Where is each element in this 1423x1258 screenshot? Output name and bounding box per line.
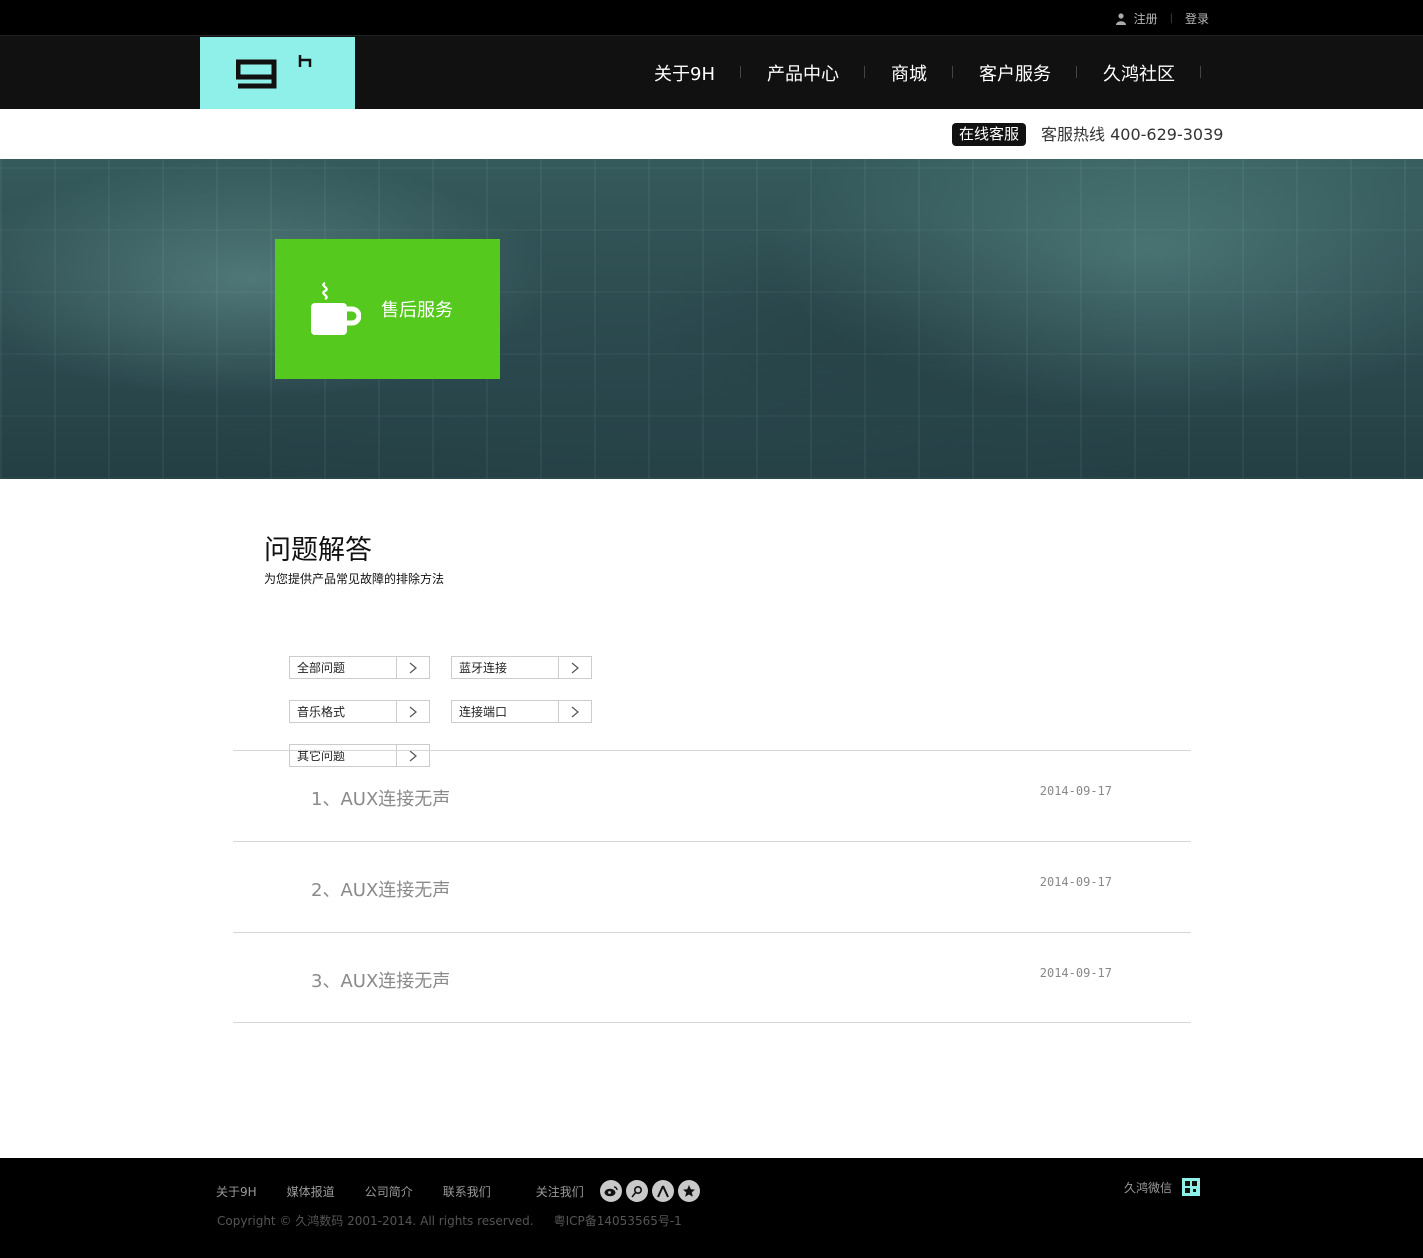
page-footer: 关于9H 媒体报道 公司简介 联系我们 关注我们 Copyright © 久鸿数… <box>0 1158 1423 1258</box>
chevron-right-icon <box>558 657 591 678</box>
list-item: 2、AUX连接无声 2014-09-17 <box>233 841 1191 932</box>
filter-label: 全部问题 <box>297 661 346 675</box>
filter-label: 音乐格式 <box>297 705 346 719</box>
top-bar: 注册 | 登录 <box>0 0 1423 36</box>
filter-all[interactable]: 全部问题 <box>289 656 430 679</box>
faq-list: 1、AUX连接无声 2014-09-17 2、AUX连接无声 2014-09-1… <box>233 750 1191 1023</box>
hero-banner: 售后服务 <box>0 159 1423 479</box>
login-link[interactable]: 登录 <box>1185 10 1209 27</box>
faq-question-link[interactable]: 2、AUX连接无声 <box>311 876 450 902</box>
renren-icon[interactable] <box>651 1180 674 1202</box>
star-icon[interactable] <box>677 1180 700 1202</box>
copyright-text: Copyright © 久鸿数码 2001-2014. All rights r… <box>217 1214 534 1228</box>
main-header: 关于9H 产品中心 商城 客户服务 久鸿社区 <box>0 36 1423 109</box>
wechat-link[interactable]: 久鸿微信 <box>1124 1178 1200 1196</box>
9h-logo-icon <box>235 55 311 89</box>
faq-question-link[interactable]: 3、AUX连接无声 <box>311 967 450 993</box>
follow-us-label: 关注我们 <box>535 1184 584 1199</box>
weibo-icon[interactable] <box>599 1180 622 1202</box>
icp-number: 粤ICP备14053565号-1 <box>553 1214 682 1228</box>
filter-label: 蓝牙连接 <box>459 661 508 675</box>
filter-label: 连接端口 <box>459 705 508 719</box>
tencent-weibo-icon[interactable] <box>625 1180 648 1202</box>
chevron-right-icon <box>558 701 591 722</box>
footer-nav: 关于9H 媒体报道 公司简介 联系我们 关注我们 <box>216 1180 704 1202</box>
account-links: 注册 | 登录 <box>1115 10 1209 27</box>
faq-question-link[interactable]: 1、AUX连接无声 <box>311 785 450 811</box>
page-title: 问题解答 <box>264 535 372 566</box>
hotline-bar: 在线客服 客服热线 400-629-3039 <box>0 109 1423 159</box>
faq-date: 2014-09-17 <box>1039 784 1112 798</box>
page-subtitle: 为您提供产品常见故障的排除方法 <box>264 572 445 586</box>
separator: | <box>1169 13 1173 24</box>
nav-item-store[interactable]: 商城 <box>865 60 953 86</box>
filter-music-format[interactable]: 音乐格式 <box>289 700 430 723</box>
footer-link-company[interactable]: 公司简介 <box>365 1183 413 1200</box>
user-icon <box>1115 12 1126 25</box>
nav-item-community[interactable]: 久鸿社区 <box>1077 60 1201 86</box>
list-item: 1、AUX连接无声 2014-09-17 <box>233 750 1191 841</box>
filter-bluetooth[interactable]: 蓝牙连接 <box>451 656 592 679</box>
nav-item-products[interactable]: 产品中心 <box>741 60 865 86</box>
social-links <box>599 1180 704 1202</box>
nav-item-customer-service[interactable]: 客户服务 <box>953 60 1077 86</box>
faq-date: 2014-09-17 <box>1039 966 1112 980</box>
list-item: 3、AUX连接无声 2014-09-17 <box>233 932 1191 1023</box>
after-sales-card: 售后服务 <box>275 239 500 379</box>
footer-link-contact[interactable]: 联系我们 <box>443 1183 491 1200</box>
online-service-button[interactable]: 在线客服 <box>952 123 1027 146</box>
nav-item-about[interactable]: 关于9H <box>628 60 741 86</box>
after-sales-label: 售后服务 <box>381 300 453 321</box>
footer-link-media[interactable]: 媒体报道 <box>287 1183 335 1200</box>
chevron-right-icon <box>396 701 429 722</box>
coffee-cup-icon <box>311 282 361 335</box>
register-link[interactable]: 注册 <box>1134 10 1158 27</box>
qr-code-icon <box>1182 1178 1200 1196</box>
filter-ports[interactable]: 连接端口 <box>451 700 592 723</box>
wechat-label: 久鸿微信 <box>1123 1180 1172 1195</box>
copyright-line: Copyright © 久鸿数码 2001-2014. All rights r… <box>217 1212 682 1229</box>
brand-logo[interactable] <box>200 37 355 109</box>
faq-date: 2014-09-17 <box>1039 875 1112 889</box>
banner-pattern <box>0 159 1423 479</box>
service-hotline: 客服热线 400-629-3039 <box>1041 125 1224 144</box>
chevron-right-icon <box>396 657 429 678</box>
footer-link-about[interactable]: 关于9H <box>216 1183 257 1200</box>
main-nav: 关于9H 产品中心 商城 客户服务 久鸿社区 <box>628 36 1201 109</box>
